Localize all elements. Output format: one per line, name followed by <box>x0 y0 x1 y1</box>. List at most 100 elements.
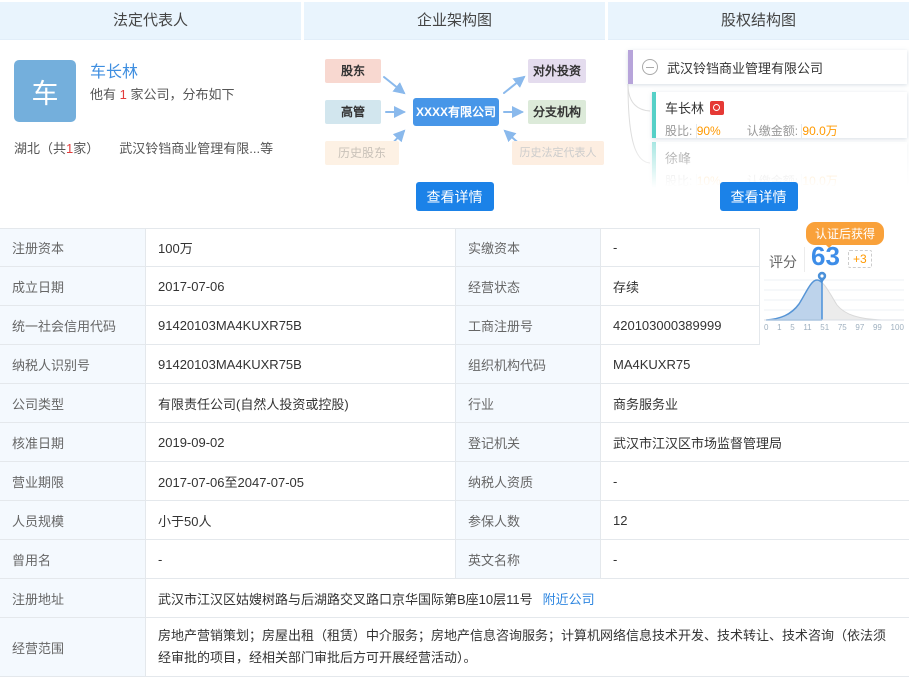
row-label: 行业 <box>455 384 600 423</box>
shareholder-card-color-bar <box>652 142 656 188</box>
collapse-minus-icon[interactable] <box>642 59 658 75</box>
row-value: 小于50人 <box>145 501 455 540</box>
company-count-prefix: 他有 <box>90 87 120 102</box>
table-row: 公司类型 有限责任公司(自然人投资或控股) 行业 商务服务业 <box>0 384 909 423</box>
org-node-company[interactable]: XXXX有限公司 <box>413 98 499 126</box>
row-value: 2019-09-02 <box>145 423 455 462</box>
org-chart-panel-body: 股东 高管 历史股东 XXXX有限公司 对外投资 分支机构 历史法定代表人 查看… <box>304 40 605 225</box>
row-value: 420103000389999 <box>600 306 760 345</box>
row-value: 有限责任公司(自然人投资或控股) <box>145 384 455 423</box>
equity-chart-panel: 股权结构图 武汉铃铛商业管理有限公司 <box>608 2 909 225</box>
row-label: 营业期限 <box>0 462 145 501</box>
row-label: 人员规模 <box>0 501 145 540</box>
equity-chart-detail-button[interactable]: 查看详情 <box>720 182 798 211</box>
row-value: 2017-07-06 <box>145 267 455 306</box>
shareholder-detail-row: 股比: 90% 认缴金额: 90.0万 <box>665 122 907 139</box>
shareholder-name-row: 车长林 <box>665 98 907 117</box>
table-row-business-scope: 经营范围 房地产营销策划；房屋出租（租赁）中介服务；房地产信息咨询服务；计算机网… <box>0 618 909 677</box>
org-node-investments[interactable]: 对外投资 <box>528 59 586 83</box>
row-label: 英文名称 <box>455 540 600 579</box>
amount-value: 90.0万 <box>801 124 837 138</box>
org-node-shareholders[interactable]: 股东 <box>325 59 381 83</box>
registered-address: 武汉市江汉区姑嫂树路与后湖路交叉路口京华国际第B座10层11号 <box>158 589 533 608</box>
row-value: MA4KUXR75 <box>600 345 909 384</box>
row-label: 纳税人识别号 <box>0 345 145 384</box>
row-value: 12 <box>600 501 909 540</box>
region-suffix: 家） <box>73 141 99 156</box>
table-row: 统一社会信用代码 91420103MA4KUXR75B 工商注册号 420103… <box>0 306 909 345</box>
row-value: - <box>600 540 909 579</box>
address-value-cell: 武汉市江汉区姑嫂树路与后湖路交叉路口京华国际第B座10层11号 附近公司 <box>145 579 909 618</box>
table-row: 纳税人识别号 91420103MA4KUXR75B 组织机构代码 MA4KUXR… <box>0 345 909 384</box>
region-row: 湖北（共1家） 武汉铃铛商业管理有限...等 <box>14 138 295 157</box>
legal-rep-badge-icon <box>710 101 724 115</box>
row-label: 经营范围 <box>0 618 145 677</box>
org-chart-detail-button[interactable]: 查看详情 <box>416 182 494 211</box>
org-node-history-shareholders[interactable]: 历史股东 <box>325 141 399 165</box>
table-row: 核准日期 2019-09-02 登记机关 武汉市江汉区市场监督管理局 <box>0 423 909 462</box>
region-text: 湖北（共1家） <box>14 138 99 157</box>
shareholder-card[interactable]: 车长林 股比: 90% 认缴金额: 90.0万 <box>652 92 907 138</box>
company-profile-page: 法定代表人 车 车长林 他有 1 家公司，分布如下 湖北（共1家） 武汉铃铛商业… <box>0 0 909 677</box>
equity-root-company-card[interactable]: 武汉铃铛商业管理有限公司 <box>628 50 907 84</box>
row-label: 纳税人资质 <box>455 462 600 501</box>
row-filler <box>760 228 909 267</box>
row-value: 91420103MA4KUXR75B <box>145 306 455 345</box>
shareholder-name: 车长林 <box>665 98 704 117</box>
row-filler <box>760 267 909 306</box>
row-label: 曾用名 <box>0 540 145 579</box>
company-count-number: 1 <box>120 87 127 102</box>
row-value: - <box>600 228 760 267</box>
shareholder-card-color-bar <box>652 92 656 138</box>
row-label: 统一社会信用代码 <box>0 306 145 345</box>
row-label: 经营状态 <box>455 267 600 306</box>
org-node-executives[interactable]: 高管 <box>325 100 381 124</box>
row-value: 武汉市江汉区市场监督管理局 <box>600 423 909 462</box>
scope-value-cell: 房地产营销策划；房屋出租（租赁）中介服务；房地产信息咨询服务；计算机网络信息技术… <box>145 618 909 677</box>
shareholder-name-row: 徐峰 <box>665 148 907 167</box>
ratio-label: 股比: <box>665 124 692 138</box>
company-summary[interactable]: 武汉铃铛商业管理有限...等 <box>119 138 273 157</box>
row-value: 存续 <box>600 267 760 306</box>
business-scope-text: 房地产营销策划；房屋出租（租赁）中介服务；房地产信息咨询服务；计算机网络信息技术… <box>158 625 897 669</box>
equity-chart-panel-body: 武汉铃铛商业管理有限公司 车长林 股比: 90% 认缴金额: 90.0万 <box>608 40 909 225</box>
root-card-color-bar <box>628 50 633 84</box>
table-row: 成立日期 2017-07-06 经营状态 存续 <box>0 267 909 306</box>
table-row: 注册资本 100万 实缴资本 - <box>0 228 909 267</box>
company-count-suffix: 家公司，分布如下 <box>127 87 235 102</box>
row-value: 2017-07-06至2047-07-05 <box>145 462 455 501</box>
legal-rep-panel: 法定代表人 车 车长林 他有 1 家公司，分布如下 湖北（共1家） 武汉铃铛商业… <box>0 2 301 225</box>
equity-root-company-name: 武汉铃铛商业管理有限公司 <box>667 58 823 77</box>
legal-rep-panel-title: 法定代表人 <box>0 2 301 40</box>
row-label: 注册地址 <box>0 579 145 618</box>
org-node-branches[interactable]: 分支机构 <box>528 100 586 124</box>
row-label: 实缴资本 <box>455 228 600 267</box>
row-value: 100万 <box>145 228 455 267</box>
ratio-label: 股比: <box>665 174 692 188</box>
org-node-history-legal-rep[interactable]: 历史法定代表人 <box>512 141 604 165</box>
row-value: - <box>145 540 455 579</box>
legal-rep-panel-body: 车 车长林 他有 1 家公司，分布如下 湖北（共1家） 武汉铃铛商业管理有限..… <box>0 40 301 225</box>
row-label: 核准日期 <box>0 423 145 462</box>
row-value: 91420103MA4KUXR75B <box>145 345 455 384</box>
table-row-address: 注册地址 武汉市江汉区姑嫂树路与后湖路交叉路口京华国际第B座10层11号 附近公… <box>0 579 909 618</box>
row-label: 注册资本 <box>0 228 145 267</box>
ratio-value: 90% <box>696 124 721 138</box>
row-label: 登记机关 <box>455 423 600 462</box>
table-row: 营业期限 2017-07-06至2047-07-05 纳税人资质 - <box>0 462 909 501</box>
row-label: 工商注册号 <box>455 306 600 345</box>
amount-label: 认缴金额: <box>747 124 798 138</box>
company-info-table: 注册资本 100万 实缴资本 - 成立日期 2017-07-06 经营状态 存续… <box>0 228 909 677</box>
ratio-value: 10% <box>696 174 721 188</box>
row-label: 成立日期 <box>0 267 145 306</box>
shareholder-name: 徐峰 <box>665 148 691 167</box>
row-filler <box>760 306 909 345</box>
org-chart-panel: 企业架构图 <box>304 2 605 225</box>
nearby-companies-link[interactable]: 附近公司 <box>543 589 595 608</box>
legal-rep-name-link[interactable]: 车长林 <box>90 58 138 82</box>
row-value: - <box>600 462 909 501</box>
row-value: 商务服务业 <box>600 384 909 423</box>
row-label: 组织机构代码 <box>455 345 600 384</box>
equity-chart-panel-title: 股权结构图 <box>608 2 909 40</box>
avatar[interactable]: 车 <box>14 60 76 122</box>
